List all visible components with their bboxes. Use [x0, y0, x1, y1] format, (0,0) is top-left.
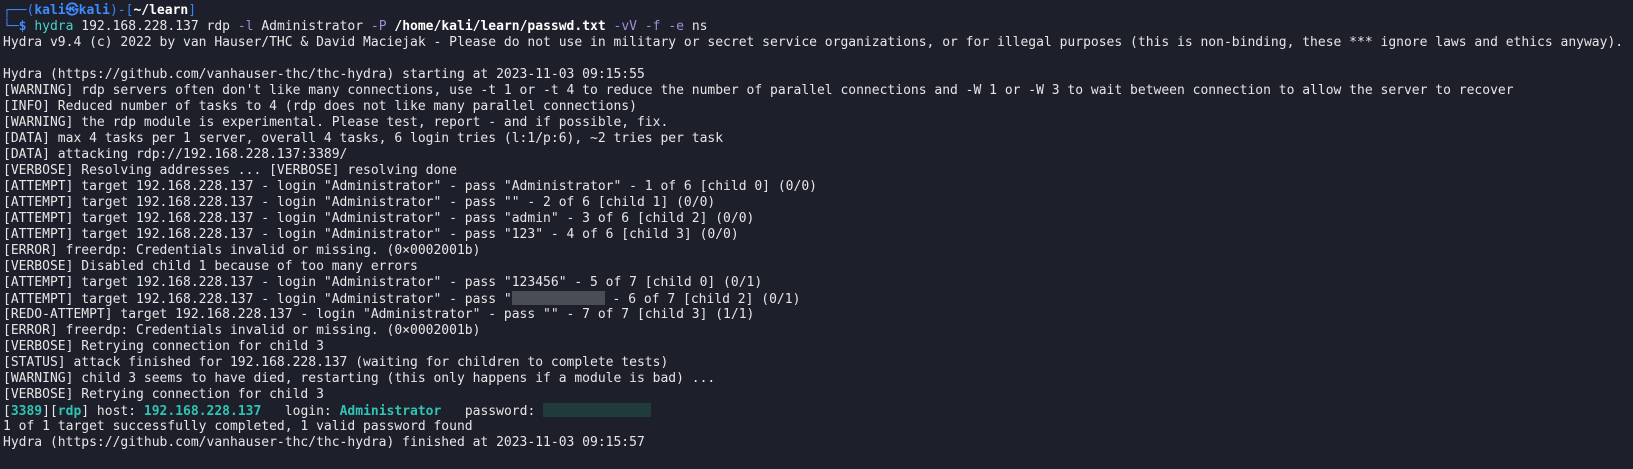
- prompt-user: kali: [34, 3, 66, 18]
- output-line: [ERROR] freerdp: Credentials invalid or …: [3, 243, 481, 258]
- command-line[interactable]: └─$ hydra 192.168.228.137 rdp -l Adminis…: [0, 19, 1633, 35]
- prompt-dollar: $: [18, 19, 27, 34]
- output-line: [ATTEMPT] target 192.168.228.137 - login…: [3, 195, 716, 210]
- output-line: [WARNING] child 3 seems to have died, re…: [3, 371, 716, 386]
- output-line: [DATA] max 4 tasks per 1 server, overall…: [3, 131, 724, 146]
- prompt-mid: )-[: [109, 3, 134, 18]
- output-line: [ATTEMPT] target 192.168.228.137 - login…: [3, 275, 763, 290]
- found-host: 192.168.228.137: [143, 404, 262, 419]
- starting-line: Hydra (https://github.com/vanhauser-thc/…: [3, 67, 645, 82]
- terminal-window[interactable]: ┌──(kali㉿kali)-[~/learn] └─$ hydra 192.1…: [0, 0, 1633, 469]
- prompt-end: ]: [188, 3, 197, 18]
- prompt-corner-top: ┌──(: [3, 3, 35, 18]
- output-line: [INFO] Reduced number of tasks to 4 (rdp…: [3, 99, 637, 114]
- redacted-password-block: [511, 291, 605, 305]
- command-e-value: ns: [691, 19, 708, 34]
- found-login: Administrator: [339, 404, 442, 419]
- command-wordlist: /home/kali/learn/passwd.txt: [394, 19, 606, 34]
- command-flag-l: -l: [237, 19, 254, 34]
- output-line: [VERBOSE] Disabled child 1 because of to…: [3, 259, 418, 274]
- output-line: [ERROR] freerdp: Credentials invalid or …: [3, 323, 481, 338]
- command-target: 192.168.228.137: [81, 19, 199, 34]
- found-port: 3389: [10, 404, 43, 419]
- command-login: Administrator: [261, 19, 364, 34]
- summary-line: 1 of 1 target successfully completed, 1 …: [3, 419, 473, 434]
- prompt-at: ㉿: [65, 3, 79, 18]
- redacted-attempt-line: [ATTEMPT] target 192.168.228.137 - login…: [0, 291, 1633, 307]
- found-credentials-line: [3389][rdp] host: 192.168.228.137 login:…: [0, 403, 1633, 419]
- found-password-redacted: [543, 403, 652, 417]
- output-line: [VERBOSE] Resolving addresses ... [VERBO…: [3, 163, 457, 178]
- output-line: [ATTEMPT] target 192.168.228.137 - login…: [3, 211, 755, 226]
- command-service: rdp: [206, 19, 230, 34]
- output-line: [ATTEMPT] target 192.168.228.137 - login…: [3, 179, 817, 194]
- output-line: [VERBOSE] Retrying connection for child …: [3, 387, 324, 402]
- found-login-label: login:: [284, 404, 340, 419]
- found-service: rdp: [57, 404, 82, 419]
- output-line: [WARNING] rdp servers often don't like m…: [3, 83, 1514, 98]
- command-program: hydra: [34, 19, 74, 34]
- command-flag-f: -f: [644, 19, 661, 34]
- command-flag-P: -P: [370, 19, 387, 34]
- output-line: [VERBOSE] Retrying connection for child …: [3, 339, 324, 354]
- output-line: [STATUS] attack finished for 192.168.228…: [3, 355, 669, 370]
- prompt-host: kali: [78, 3, 110, 18]
- redacted-attempt-prefix: [ATTEMPT] target 192.168.228.137 - login…: [3, 292, 512, 307]
- banner-line: Hydra v9.4 (c) 2022 by van Hauser/THC & …: [3, 35, 1624, 50]
- finished-line: Hydra (https://github.com/vanhauser-thc/…: [3, 435, 645, 450]
- found-host-label: host:: [89, 404, 144, 419]
- found-password-label: password:: [464, 404, 544, 419]
- prompt-corner-bottom: └─: [3, 19, 19, 34]
- output-line: [REDO-ATTEMPT] target 192.168.228.137 - …: [3, 307, 755, 322]
- prompt-cwd: ~/learn: [133, 3, 189, 18]
- command-flag-e: -e: [668, 19, 684, 34]
- output-line: [WARNING] the rdp module is experimental…: [3, 115, 669, 130]
- redacted-attempt-suffix: - 6 of 7 [child 2] (0/1): [604, 292, 801, 307]
- output-line: [ATTEMPT] target 192.168.228.137 - login…: [3, 227, 739, 242]
- prompt-line: ┌──(kali㉿kali)-[~/learn]: [0, 3, 1633, 19]
- command-flag-vV: -vV: [613, 19, 638, 34]
- output-line: [DATA] attacking rdp://192.168.228.137:3…: [3, 147, 348, 162]
